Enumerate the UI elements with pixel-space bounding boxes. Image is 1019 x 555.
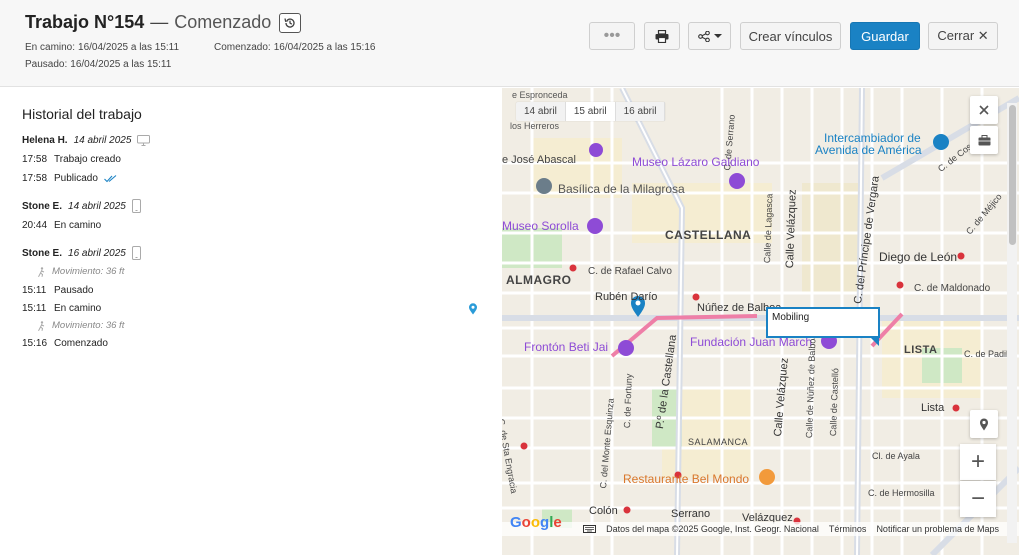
more-options-button[interactable]: ••• <box>589 22 635 50</box>
history-user: Stone E. <box>22 247 63 259</box>
share-icon <box>697 30 710 42</box>
header-bar: Trabajo N°154 — Comenzado En camino: 16/0… <box>0 0 1019 87</box>
map-label: Colón <box>589 505 618 517</box>
location-pin-icon <box>980 418 988 430</box>
walking-icon <box>36 320 46 331</box>
map-data-credit: Datos del mapa ©2025 Google, Inst. Geogr… <box>606 524 819 534</box>
history-icon <box>284 17 295 28</box>
history-button[interactable] <box>279 12 302 33</box>
briefcase-button[interactable] <box>970 126 998 154</box>
map-base <box>502 88 1019 555</box>
map-label: e José Abascal <box>502 154 576 166</box>
crear-vinculos-button[interactable]: Crear vínculos <box>740 22 841 50</box>
title-row: Trabajo N°154 — Comenzado <box>25 12 302 33</box>
terms-link[interactable]: Términos <box>829 524 867 534</box>
history-group-header: Stone E. 16 abril 2025 <box>22 246 141 260</box>
map-label: Frontón Beti Jai <box>524 340 609 354</box>
save-button[interactable]: Guardar <box>850 22 920 50</box>
map-label: LISTA <box>904 344 938 356</box>
history-group-header: Stone E. 14 abril 2025 <box>22 199 141 213</box>
map-label: Serrano <box>671 508 711 520</box>
location-button[interactable] <box>970 410 998 438</box>
tab-16-abril[interactable]: 16 abril <box>616 102 666 121</box>
history-group-header: Helena H. 14 abril 2025 <box>22 135 151 146</box>
map-label: C. de Rafael Calvo <box>588 266 672 277</box>
history-entry: 17:58 Publicado <box>22 173 117 184</box>
history-entry: 15:11 Pausado <box>22 285 94 296</box>
map-view[interactable]: e Espronceda los Herreros e José Abascal… <box>502 88 1019 555</box>
map-label: C. de Fortuny <box>622 373 634 429</box>
map-label: los Herreros <box>510 121 560 131</box>
map-label: CASTELLANA <box>665 228 752 242</box>
monitor-icon <box>137 135 151 146</box>
meta-en-camino: En camino: 16/04/2025 a las 15:11 <box>25 42 180 53</box>
history-entry: 17:58 Trabajo creado <box>22 154 121 165</box>
map-label: Lista <box>921 402 945 414</box>
google-logo: Google <box>510 514 562 531</box>
history-date: 14 abril 2025 <box>68 200 126 212</box>
history-panel: Historial del trabajo Helena H. 14 abril… <box>0 88 502 555</box>
print-button[interactable] <box>644 22 680 50</box>
location-pin-icon[interactable] <box>468 302 478 320</box>
history-movement: Movimiento: 36 ft <box>36 266 124 277</box>
report-link[interactable]: Notificar un problema de Maps <box>876 524 999 534</box>
history-date: 16 abril 2025 <box>68 247 126 259</box>
history-entry: 20:44 En camino <box>22 220 102 231</box>
map-label: e Espronceda <box>512 90 568 100</box>
map-label: SALAMANCA <box>688 437 749 447</box>
zoom-out-button[interactable]: − <box>960 481 996 517</box>
history-entry: 15:16 Comenzado <box>22 338 108 349</box>
walking-icon <box>36 266 46 277</box>
page-title: Trabajo N°154 <box>25 12 145 32</box>
history-date: 14 abril 2025 <box>73 135 132 146</box>
map-label: C. de Maldonado <box>914 283 991 294</box>
close-map-button[interactable] <box>970 96 998 124</box>
job-status: Comenzado <box>174 12 272 32</box>
printer-icon <box>655 29 669 43</box>
map-label: C. de Hermosilla <box>868 488 935 498</box>
phone-icon <box>131 246 141 260</box>
briefcase-icon <box>978 134 990 145</box>
tab-14-abril[interactable]: 14 abril <box>516 102 566 121</box>
history-movement: Movimiento: 36 ft <box>36 320 124 331</box>
map-label: Cl. de Ayala <box>872 451 920 461</box>
share-button[interactable] <box>688 22 731 50</box>
map-label: Museo Lázaro Galdiano <box>632 155 760 169</box>
map-label: Rubén Darío <box>595 291 658 303</box>
scrollbar-thumb[interactable] <box>1009 105 1016 245</box>
history-title: Historial del trabajo <box>22 106 142 122</box>
meta-comenzado: Comenzado: 16/04/2025 a las 15:16 <box>214 42 376 53</box>
zoom-in-button[interactable]: + <box>960 444 996 480</box>
tab-15-abril[interactable]: 15 abril <box>565 102 616 121</box>
map-label: ALMAGRO <box>506 273 572 287</box>
map-label: Basílica de la Milagrosa <box>558 182 685 196</box>
popup-arrow <box>870 337 879 346</box>
map-label: Diego de León <box>879 250 958 264</box>
map-footer: Datos del mapa ©2025 Google, Inst. Geogr… <box>502 522 1019 536</box>
map-label: Avenida de América <box>815 143 922 157</box>
history-user: Helena H. <box>22 135 68 146</box>
date-tabs: 14 abril 15 abril 16 abril <box>516 102 666 121</box>
close-button[interactable]: Cerrar ✕ <box>928 22 998 50</box>
history-user: Stone E. <box>22 200 63 212</box>
chevron-down-icon <box>713 34 722 38</box>
close-icon <box>979 105 989 115</box>
phone-icon <box>131 199 141 213</box>
title-separator: — <box>150 12 169 32</box>
map-popup: Mobiling <box>766 307 880 338</box>
history-entry: 15:11 En camino <box>22 303 102 314</box>
meta-pausado: Pausado: 16/04/2025 a las 15:11 <box>25 59 172 70</box>
map-label: Restaurante Bel Mondo <box>623 472 750 486</box>
map-label: Museo Sorolla <box>502 219 579 233</box>
keyboard-icon[interactable] <box>583 525 597 533</box>
double-check-icon <box>104 174 117 183</box>
